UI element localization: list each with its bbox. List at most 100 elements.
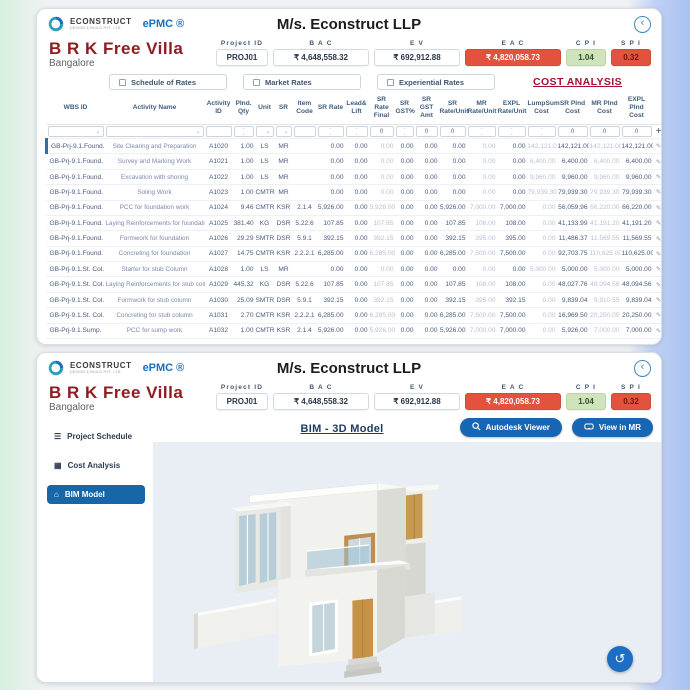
table-row[interactable]: GB-Prj-9.1.Found. Formwork for foundation… bbox=[46, 230, 661, 247]
view-in-mr-button[interactable]: View in MR bbox=[571, 418, 653, 438]
table-row[interactable]: GB-Prj-9.1.Found. Concreting for foundati… bbox=[46, 246, 661, 263]
stepper-icon[interactable]: ⌃ ⌄ bbox=[329, 127, 332, 135]
column-header[interactable]: EXPL Rate/Unit bbox=[496, 93, 527, 126]
filter-dropdown[interactable]: ⌄ bbox=[255, 126, 274, 138]
column-header[interactable]: Activity ID bbox=[204, 93, 233, 126]
filter-spinner[interactable]: ⌃ ⌄ bbox=[345, 126, 368, 138]
edit-row-icon[interactable]: ✎ bbox=[652, 153, 661, 170]
table-row[interactable]: GB-Prj-9.1.Found. Excavation with shoring… bbox=[46, 169, 661, 186]
chip-experiential-rates[interactable]: Experiential Rates bbox=[377, 74, 495, 91]
sidebar-item-cost-analysis[interactable]: ▦ Cost Analysis bbox=[47, 456, 145, 475]
edit-row-icon[interactable]: ✎ bbox=[652, 307, 661, 324]
column-header[interactable]: EXPL Plnd Cost bbox=[620, 93, 653, 126]
column-header[interactable]: MR Plnd Cost bbox=[588, 93, 621, 126]
table-row[interactable]: GB-Prj-9.1.Sump. PCC for sump work A1032 1.… bbox=[46, 323, 661, 339]
sidebar-item-bim-model[interactable]: ⌂ BIM Model bbox=[47, 485, 145, 505]
filter-plnd.-qty[interactable]: ⌃ ⌄ bbox=[232, 124, 255, 140]
filter-unit[interactable]: ⌄ bbox=[254, 124, 275, 140]
stepper-icon[interactable]: ⌃ ⌄ bbox=[480, 127, 483, 135]
stepper-icon[interactable]: ⌃ ⌄ bbox=[355, 127, 358, 135]
table-row[interactable]: GB-Prj-9.1.St. Col. Laying Reinforcements… bbox=[46, 276, 661, 293]
filter-sr-rate[interactable]: ⌃ ⌄ bbox=[316, 124, 345, 140]
filter-input[interactable]: 0 bbox=[589, 126, 620, 138]
filter-sr-rate/unit[interactable]: 0 bbox=[438, 124, 467, 140]
chip-schedule-of-rates[interactable]: Schedule of Rates bbox=[109, 74, 227, 91]
filter-dropdown[interactable]: ⌄ bbox=[47, 126, 104, 138]
edit-row-icon[interactable]: ✎ bbox=[652, 169, 661, 186]
checkbox-icon[interactable] bbox=[387, 78, 394, 86]
collapse-button[interactable]: ‹ bbox=[634, 15, 651, 33]
edit-row-icon[interactable]: ✎ bbox=[652, 138, 661, 155]
autodesk-viewer-button[interactable]: Autodesk Viewer bbox=[459, 418, 562, 438]
filter-sr-rate-final[interactable]: 0 bbox=[368, 124, 395, 140]
column-header[interactable]: SR Rate bbox=[316, 93, 345, 126]
column-header[interactable]: Lead& Lift bbox=[344, 93, 369, 126]
filter-sr-plnd-cost[interactable]: 0 bbox=[556, 124, 589, 140]
table-row[interactable]: GB-Prj-9.1.St. Col. Starter for stub Colu… bbox=[46, 261, 661, 278]
edit-row-icon[interactable]: ✎ bbox=[652, 184, 661, 201]
filter-input[interactable]: 0 bbox=[415, 126, 438, 138]
filter-mr-rate/unit[interactable]: ⌃ ⌄ bbox=[466, 124, 497, 140]
column-header[interactable]: SR Rate/Unit bbox=[438, 93, 468, 126]
table-row[interactable]: GB-Prj-9.1.St. Col. Formwork for stub col… bbox=[46, 292, 661, 309]
filter-input[interactable]: 0 bbox=[439, 126, 466, 138]
edit-row-icon[interactable]: ✎ bbox=[652, 276, 661, 293]
chip-market-rates[interactable]: Market Rates bbox=[243, 74, 361, 91]
filter-activity-name[interactable]: ⌄ bbox=[104, 124, 205, 140]
filter-spinner[interactable]: ⌃ ⌄ bbox=[527, 126, 556, 138]
table-row[interactable]: GB-Prj-9.1.St. Col. Concreting for stub c… bbox=[46, 307, 661, 324]
bim-viewport[interactable]: ↺ bbox=[153, 442, 661, 683]
filter-spinner[interactable]: ⌃ ⌄ bbox=[233, 126, 254, 138]
column-header[interactable]: Activity Name bbox=[104, 93, 205, 126]
filter-input[interactable] bbox=[293, 126, 316, 138]
sidebar-item-project-schedule[interactable]: ☰ Project Schedule bbox=[47, 427, 145, 446]
stepper-icon[interactable]: ⌃ ⌄ bbox=[540, 127, 543, 135]
filter-dropdown[interactable]: ⌄ bbox=[275, 126, 292, 138]
table-row[interactable]: GB-Prj-9.1.Found. PCC for foundation work… bbox=[46, 200, 661, 216]
column-header[interactable]: LumpSum Cost bbox=[526, 93, 560, 126]
stepper-icon[interactable]: ⌃ ⌄ bbox=[242, 127, 245, 135]
table-row[interactable]: GB-Prj-9.1.Found. Survey and Marking Work… bbox=[46, 153, 661, 170]
column-header[interactable]: Item Code bbox=[292, 93, 317, 126]
edit-row-icon[interactable]: ✎ bbox=[652, 323, 661, 339]
column-header[interactable]: SR Rate Final bbox=[368, 93, 395, 126]
table-row[interactable]: GB-Prj-9.1.Found. Laying Reinforcements f… bbox=[46, 215, 661, 232]
column-header[interactable]: Unit bbox=[254, 93, 275, 126]
edit-row-icon[interactable]: ✎ bbox=[652, 246, 661, 263]
filter-expl-plnd-cost[interactable]: 0 bbox=[620, 124, 653, 140]
bim-3d-model[interactable] bbox=[153, 442, 661, 683]
filter-input[interactable]: 0 bbox=[621, 126, 652, 138]
table-row[interactable]: GB-Prj-9.1.Found. Soling Work A1023 1.00 CMT… bbox=[46, 184, 661, 201]
stepper-icon[interactable]: ⌃ ⌄ bbox=[510, 127, 513, 135]
filter-lumpsum-cost[interactable]: ⌃ ⌄ bbox=[526, 124, 557, 140]
filter-dropdown[interactable]: ⌄ bbox=[105, 126, 204, 138]
filter-input[interactable]: 0 bbox=[369, 126, 394, 138]
collapse-button[interactable]: ‹ bbox=[634, 359, 651, 377]
filter-wbs-id[interactable]: ⌄ bbox=[46, 124, 105, 140]
filter-item-code[interactable] bbox=[292, 124, 317, 140]
column-header[interactable]: SR GST% bbox=[394, 93, 415, 126]
add-row-button[interactable]: + bbox=[652, 124, 661, 140]
filter-mr-plnd-cost[interactable]: 0 bbox=[588, 124, 621, 140]
filter-sr-gst-amt[interactable]: 0 bbox=[414, 124, 439, 140]
filter-input[interactable]: 0 bbox=[557, 126, 588, 138]
filter-spinner[interactable]: ⌃ ⌄ bbox=[317, 126, 344, 138]
edit-row-icon[interactable]: ✎ bbox=[652, 215, 661, 232]
checkbox-icon[interactable] bbox=[253, 78, 260, 86]
column-header[interactable]: MR Rate/Unit bbox=[466, 93, 497, 126]
filter-sr[interactable]: ⌄ bbox=[274, 124, 293, 140]
filter-lead&-lift[interactable]: ⌃ ⌄ bbox=[344, 124, 369, 140]
filter-activity-id[interactable] bbox=[204, 124, 233, 140]
column-header[interactable]: SR Plnd Cost bbox=[556, 93, 589, 126]
column-header[interactable]: WBS ID bbox=[46, 93, 105, 126]
filter-sr-gst%[interactable]: ⌃ ⌄ bbox=[394, 124, 415, 140]
filter-spinner[interactable]: ⌃ ⌄ bbox=[497, 126, 526, 138]
column-header[interactable]: SR bbox=[274, 93, 293, 126]
edit-row-icon[interactable]: ✎ bbox=[652, 261, 661, 278]
column-header[interactable]: SR GST Amt bbox=[414, 93, 439, 126]
checkbox-icon[interactable] bbox=[119, 78, 126, 86]
edit-row-icon[interactable]: ✎ bbox=[652, 230, 661, 247]
column-header[interactable]: Plnd. Qty bbox=[232, 93, 255, 126]
filter-expl-rate/unit[interactable]: ⌃ ⌄ bbox=[496, 124, 527, 140]
filter-input[interactable] bbox=[205, 126, 232, 138]
